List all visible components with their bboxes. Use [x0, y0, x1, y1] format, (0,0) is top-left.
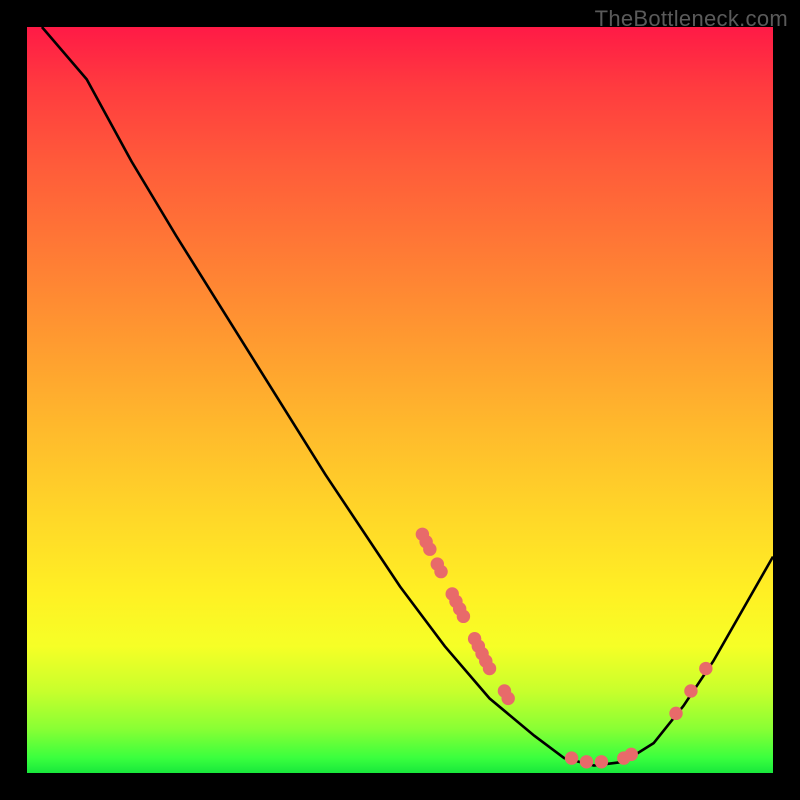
data-marker: [565, 751, 578, 764]
data-marker: [580, 755, 593, 768]
chart-container: TheBottleneck.com: [0, 0, 800, 800]
data-marker: [625, 748, 638, 761]
plot-area: [27, 27, 773, 773]
data-marker: [699, 662, 712, 675]
data-marker: [483, 662, 496, 675]
data-marker: [423, 542, 436, 555]
data-marker: [669, 707, 682, 720]
data-marker: [457, 610, 470, 623]
data-markers: [416, 528, 713, 769]
data-marker: [684, 684, 697, 697]
data-marker: [501, 692, 514, 705]
bottleneck-curve: [42, 27, 773, 766]
data-marker: [595, 755, 608, 768]
chart-svg: [27, 27, 773, 773]
data-marker: [434, 565, 447, 578]
